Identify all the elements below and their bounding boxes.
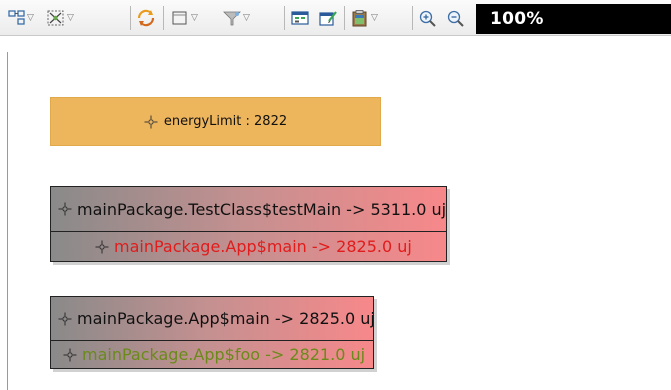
toolbar-separator bbox=[163, 6, 164, 30]
clipboard-button[interactable]: ▽ bbox=[350, 6, 378, 30]
graph-toolbar: ▽ ▽ ▽ ▽ ▽ 100% bbox=[0, 0, 671, 36]
call-node-label: mainPackage.App$main -> 2825.0 uj bbox=[114, 237, 412, 256]
toolbar-separator bbox=[344, 6, 345, 30]
node-icon bbox=[95, 240, 109, 253]
layout-icon bbox=[8, 10, 25, 25]
toolbar-separator bbox=[284, 6, 285, 30]
zoom-in-button[interactable] bbox=[418, 6, 438, 30]
node-shape-icon bbox=[172, 11, 187, 25]
edit-table-button[interactable] bbox=[318, 6, 338, 30]
node-shape-button[interactable]: ▽ bbox=[170, 6, 198, 30]
refresh-icon bbox=[137, 9, 155, 27]
energy-limit-label: energyLimit : 2822 bbox=[163, 114, 288, 129]
zoom-level-value: 100% bbox=[490, 9, 544, 29]
chevron-down-icon[interactable]: ▽ bbox=[243, 13, 250, 23]
select-all-button[interactable]: ▽ bbox=[46, 6, 74, 30]
filter-button[interactable]: ▽ bbox=[222, 6, 250, 30]
chevron-down-icon[interactable]: ▽ bbox=[371, 13, 378, 23]
clipboard-icon bbox=[352, 10, 367, 27]
call-node-testmain[interactable]: mainPackage.TestClass$testMain -> 5311.0… bbox=[51, 187, 446, 231]
node-icon bbox=[58, 312, 72, 325]
zoom-out-icon bbox=[447, 10, 464, 27]
show-table-button[interactable] bbox=[290, 6, 310, 30]
call-node-app-foo[interactable]: mainPackage.App$foo -> 2821.0 uj bbox=[51, 340, 373, 368]
node-icon bbox=[58, 202, 72, 216]
layout-button[interactable]: ▽ bbox=[8, 6, 34, 30]
chevron-down-icon[interactable]: ▽ bbox=[27, 13, 34, 23]
refresh-button[interactable] bbox=[136, 6, 156, 30]
edit-table-icon bbox=[319, 11, 337, 26]
call-node-label: mainPackage.App$main -> 2825.0 uj bbox=[77, 309, 373, 328]
toolbar-separator bbox=[412, 6, 413, 30]
zoom-level-field[interactable]: 100% bbox=[476, 4, 671, 34]
select-all-icon bbox=[47, 10, 64, 26]
chevron-down-icon[interactable]: ▽ bbox=[191, 13, 198, 23]
energy-limit-node[interactable]: energyLimit : 2822 bbox=[50, 97, 381, 146]
zoom-out-button[interactable] bbox=[446, 6, 466, 30]
call-node-label: mainPackage.TestClass$testMain -> 5311.0… bbox=[77, 199, 446, 219]
call-node-label: mainPackage.App$foo -> 2821.0 uj bbox=[82, 345, 366, 364]
call-group-testmain[interactable]: mainPackage.TestClass$testMain -> 5311.0… bbox=[50, 186, 447, 262]
call-node-app-main[interactable]: mainPackage.App$main -> 2825.0 uj bbox=[51, 231, 446, 261]
node-icon bbox=[144, 115, 158, 128]
chevron-down-icon[interactable]: ▽ bbox=[67, 13, 74, 23]
call-group-app-main[interactable]: mainPackage.App$main -> 2825.0 uj mainPa… bbox=[50, 296, 374, 369]
toolbar-separator bbox=[130, 6, 131, 30]
filter-icon bbox=[223, 11, 241, 26]
canvas-left-border bbox=[7, 52, 8, 390]
call-node-app-main[interactable]: mainPackage.App$main -> 2825.0 uj bbox=[51, 297, 373, 340]
node-icon bbox=[63, 348, 77, 361]
show-table-icon bbox=[291, 11, 309, 25]
zoom-in-icon bbox=[419, 10, 436, 27]
